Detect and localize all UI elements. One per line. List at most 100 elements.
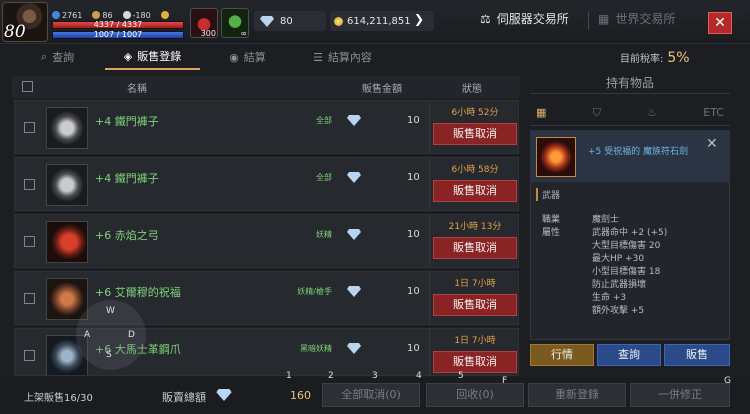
listing-row[interactable]: +4 鐵門褲子 全部 10 6小時 58分 販售取消 — [14, 157, 519, 211]
tab-search[interactable]: ⌕ 查詢 — [10, 44, 105, 70]
prop-value: 武器命中 +2 (+5) — [592, 228, 668, 238]
close-icon: ✕ — [714, 15, 726, 31]
item-price: 10 — [407, 286, 420, 297]
class-tag: 全部 — [316, 173, 332, 182]
row-checkbox[interactable] — [24, 179, 35, 190]
tab-search-label: 查詢 — [52, 51, 75, 64]
tab-settle-details[interactable]: ☰ 結算內容 — [295, 44, 390, 70]
divider — [429, 329, 430, 375]
tab-settle-details-label: 結算內容 — [327, 51, 372, 64]
filter-etc[interactable]: ETC — [703, 106, 724, 119]
stat-c-value: -180 — [132, 10, 151, 20]
cancel-sale-button[interactable]: 販售取消 — [433, 123, 517, 145]
divider — [429, 158, 430, 210]
pants-item-icon — [46, 107, 88, 149]
tab-sell-register[interactable]: ◈ 販售登錄 — [105, 44, 200, 70]
item-price: 10 — [407, 115, 420, 126]
tax-value: 5% — [667, 50, 690, 66]
diamond-icon — [216, 389, 232, 401]
sub-tabs: ⌕ 查詢 ◈ 販售登錄 ◉ 結算 ☰ 結算內容 — [10, 44, 400, 72]
key-hint-3: 3 — [372, 371, 378, 381]
search-icon: ⌕ — [40, 50, 48, 63]
tab-settle[interactable]: ◉ 結算 — [200, 44, 295, 70]
fix-all-button[interactable]: 一併修正 — [630, 383, 730, 407]
class-tag: 全部 — [316, 116, 332, 125]
joystick-key-d: D — [128, 330, 135, 340]
remaining-time: 1日 7小時 — [454, 336, 496, 346]
remaining-time: 6小時 58分 — [451, 165, 499, 175]
key-hint-f: F — [502, 376, 508, 386]
gold-amount: 614,211,851 — [347, 15, 411, 27]
recall-button[interactable]: 回收(0) — [426, 383, 524, 407]
close-button[interactable]: ✕ — [708, 12, 732, 34]
prop-value: 大型目標傷害 20 — [592, 241, 661, 251]
filter-armor-icon[interactable]: ⛉ — [593, 106, 601, 120]
tab-settle-label: 結算 — [243, 51, 266, 64]
mp-text: 1007 / 1007 — [93, 30, 143, 39]
slot-count: 上架販售16/30 — [24, 393, 93, 404]
cancel-sale-button[interactable]: 販售取消 — [433, 351, 517, 373]
market-price-button[interactable]: 行情 — [530, 344, 594, 366]
tab-world-label: 世界交易所 — [615, 12, 676, 26]
potion-buff-icon[interactable]: 300 — [190, 8, 218, 38]
prop-value: 小型目標傷害 18 — [592, 267, 661, 277]
column-price: 販售金額 — [362, 84, 402, 95]
tag-icon: ◈ — [123, 49, 133, 63]
diamond-icon — [347, 115, 361, 126]
row-checkbox[interactable] — [24, 236, 35, 247]
sword-item-icon — [536, 137, 576, 177]
item-name: +6 赤焰之弓 — [95, 229, 159, 242]
diamond-icon — [260, 15, 274, 27]
coins-icon: ◉ — [229, 50, 239, 64]
row-checkbox[interactable] — [24, 350, 35, 361]
tax-label: 目前稅率: — [620, 54, 664, 65]
key-hint-2: 2 — [328, 371, 334, 381]
class-tag: 黑暗妖精 — [300, 344, 332, 353]
joystick-key-w: W — [106, 306, 115, 316]
listing-row[interactable]: +6 赤焰之弓 妖精 10 21小時 13分 販售取消 — [14, 214, 519, 268]
column-name: 名稱 — [127, 84, 147, 95]
close-icon[interactable]: ✕ — [706, 136, 718, 152]
joystick-key-s: S — [106, 350, 112, 360]
cancel-sale-button[interactable]: 販售取消 — [433, 237, 517, 259]
prop-value: 最大HP +30 — [592, 254, 645, 264]
item-name: +4 鐵門褲子 — [95, 115, 159, 128]
prop-value: 魔劍士 — [592, 215, 620, 225]
relist-button[interactable]: 重新登錄 — [528, 383, 626, 407]
item-type: 武器 — [536, 188, 560, 201]
tab-world-exchange[interactable]: ▦ 世界交易所 — [598, 10, 675, 27]
cancel-sale-button[interactable]: 販售取消 — [433, 294, 517, 316]
filter-grid-icon[interactable]: ▦ — [536, 106, 546, 119]
total-sale-value: 160 — [290, 389, 311, 402]
listing-row[interactable]: +4 鐵門褲子 全部 10 6小時 52分 販售取消 — [14, 100, 519, 154]
diamond-icon — [347, 229, 361, 240]
select-all-checkbox[interactable] — [22, 81, 33, 92]
item-name: +4 鐵門褲子 — [95, 172, 159, 185]
row-checkbox[interactable] — [24, 293, 35, 304]
diamond-icon — [347, 343, 361, 354]
tab-sell-register-label: 販售登錄 — [137, 50, 182, 63]
prop-value: 防止武器損壞 — [592, 280, 647, 290]
list-header: 名稱 販售金額 狀態 — [12, 76, 520, 98]
cancel-all-button[interactable]: 全部取消(0) — [322, 383, 420, 407]
chevron-right-icon[interactable]: ❯ — [414, 12, 424, 26]
tab-server-exchange[interactable]: ⚖ 伺服器交易所 — [480, 10, 569, 27]
remaining-time: 21小時 13分 — [448, 222, 502, 232]
item-price: 10 — [407, 229, 420, 240]
power-icon — [52, 11, 60, 19]
sell-button[interactable]: 販售 — [664, 344, 730, 366]
cancel-sale-button[interactable]: 販售取消 — [433, 180, 517, 202]
class-tag: 妖精 — [316, 230, 332, 239]
key-hint-5: 5 — [458, 371, 464, 381]
inventory-title: 持有物品 — [530, 74, 730, 94]
row-checkbox[interactable] — [24, 122, 35, 133]
tab-server-label: 伺服器交易所 — [496, 12, 569, 26]
filter-potion-icon[interactable]: ♨ — [647, 106, 657, 119]
lookup-button[interactable]: 查詢 — [597, 344, 661, 366]
buff-count: 300 — [200, 29, 216, 38]
diamond-currency: 80 — [254, 11, 326, 31]
diamond-amount: 80 — [280, 15, 293, 27]
item-price: 10 — [407, 343, 420, 354]
total-sale-label: 販賣總額 — [162, 391, 206, 404]
leaf-buff-icon[interactable]: ∞ — [221, 8, 249, 38]
